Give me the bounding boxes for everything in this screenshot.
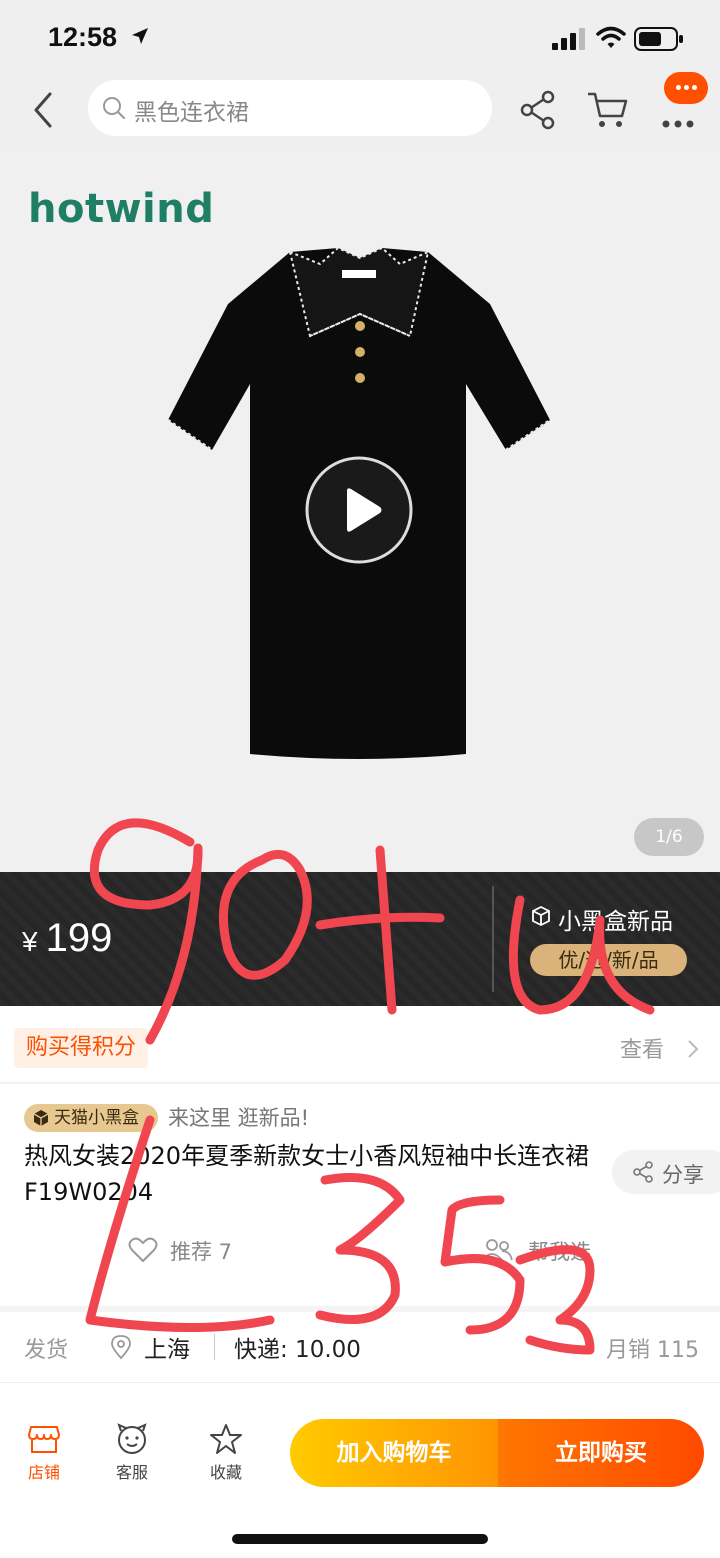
blackbox-tag: 优/选/新/品 (530, 944, 687, 976)
search-placeholder: 黑色连衣裙 (134, 100, 249, 126)
location-arrow-icon (132, 28, 148, 44)
share-icon[interactable] (518, 90, 558, 130)
chevron-right-icon (688, 1040, 699, 1058)
recommend-count[interactable]: 推荐 7 (130, 1236, 232, 1266)
status-time: 12:58 (48, 22, 118, 52)
bottom-action-bar: 店铺 客服 收藏 加入购物车 立即购买 (0, 1382, 720, 1558)
share-icon (633, 1161, 653, 1183)
store-icon (28, 1426, 60, 1453)
points-tag: 购买得积分 (14, 1028, 149, 1068)
status-bar: 12:58 (0, 0, 720, 78)
home-indicator (232, 1534, 488, 1544)
title-section: 天猫小黑盒 来这里 逛新品! 热风女装2020年夏季新款女士小香风短袖中长连衣裙… (0, 1084, 720, 1306)
price: ¥199 (22, 916, 112, 961)
tab-store[interactable]: 店铺 (4, 1423, 84, 1487)
battery-icon (634, 27, 683, 51)
play-video-icon[interactable] (304, 455, 414, 565)
view-link[interactable]: 查看 (620, 1032, 664, 1064)
shipping-city: 上海 (144, 1337, 190, 1363)
product-image-gallery[interactable]: hotwind 1/6 (0, 150, 720, 872)
wifi-icon (596, 26, 626, 48)
location-pin-icon (111, 1335, 131, 1360)
box-icon (33, 1110, 49, 1126)
monthly-sales: 月销 115 (606, 1338, 699, 1363)
search-input[interactable]: 黑色连衣裙 (88, 80, 492, 136)
price-value: 199 (45, 916, 113, 960)
tmall-blackbox-badge[interactable]: 天猫小黑盒 (24, 1104, 158, 1132)
tab-customer-service[interactable]: 客服 (92, 1423, 172, 1487)
cart-icon[interactable] (586, 90, 630, 130)
shipping-fee: 快递: 10.00 (234, 1337, 361, 1363)
divider (214, 1334, 215, 1360)
price-banner: ¥199 小黑盒新品 优/选/新/品 (0, 872, 720, 1006)
share-button[interactable]: 分享 (612, 1150, 720, 1194)
search-icon (103, 97, 125, 119)
buy-now-button[interactable]: 立即购买 (498, 1419, 704, 1487)
brand-logo: hotwind (28, 186, 215, 232)
blackbox-title: 小黑盒新品 (558, 909, 673, 935)
add-to-cart-button[interactable]: 加入购物车 (290, 1419, 498, 1487)
shipping-label: 发货 (24, 1338, 69, 1363)
people-icon (481, 1239, 513, 1261)
nav-bar: 黑色连衣裙 (0, 72, 720, 150)
shipping-row[interactable]: 发货 上海 快递: 10.00 月销 115 (0, 1312, 720, 1382)
back-arrow-icon[interactable] (24, 88, 64, 132)
help-choose-button[interactable]: 帮我选 (528, 1236, 591, 1266)
customer-service-icon (117, 1423, 147, 1454)
product-title: 热风女装2020年夏季新款女士小香风短袖中长连衣裙F19W0204 (24, 1142, 590, 1206)
message-badge[interactable] (664, 72, 708, 104)
currency-symbol: ¥ (22, 926, 38, 957)
points-row[interactable]: 购买得积分 查看 (0, 1006, 720, 1082)
tmall-slogan: 来这里 逛新品! (168, 1106, 310, 1130)
image-counter: 1/6 (634, 818, 704, 856)
tab-favorite[interactable]: 收藏 (186, 1423, 266, 1487)
signal-icon (552, 28, 585, 50)
star-icon (210, 1424, 242, 1454)
banner-divider (492, 886, 494, 992)
